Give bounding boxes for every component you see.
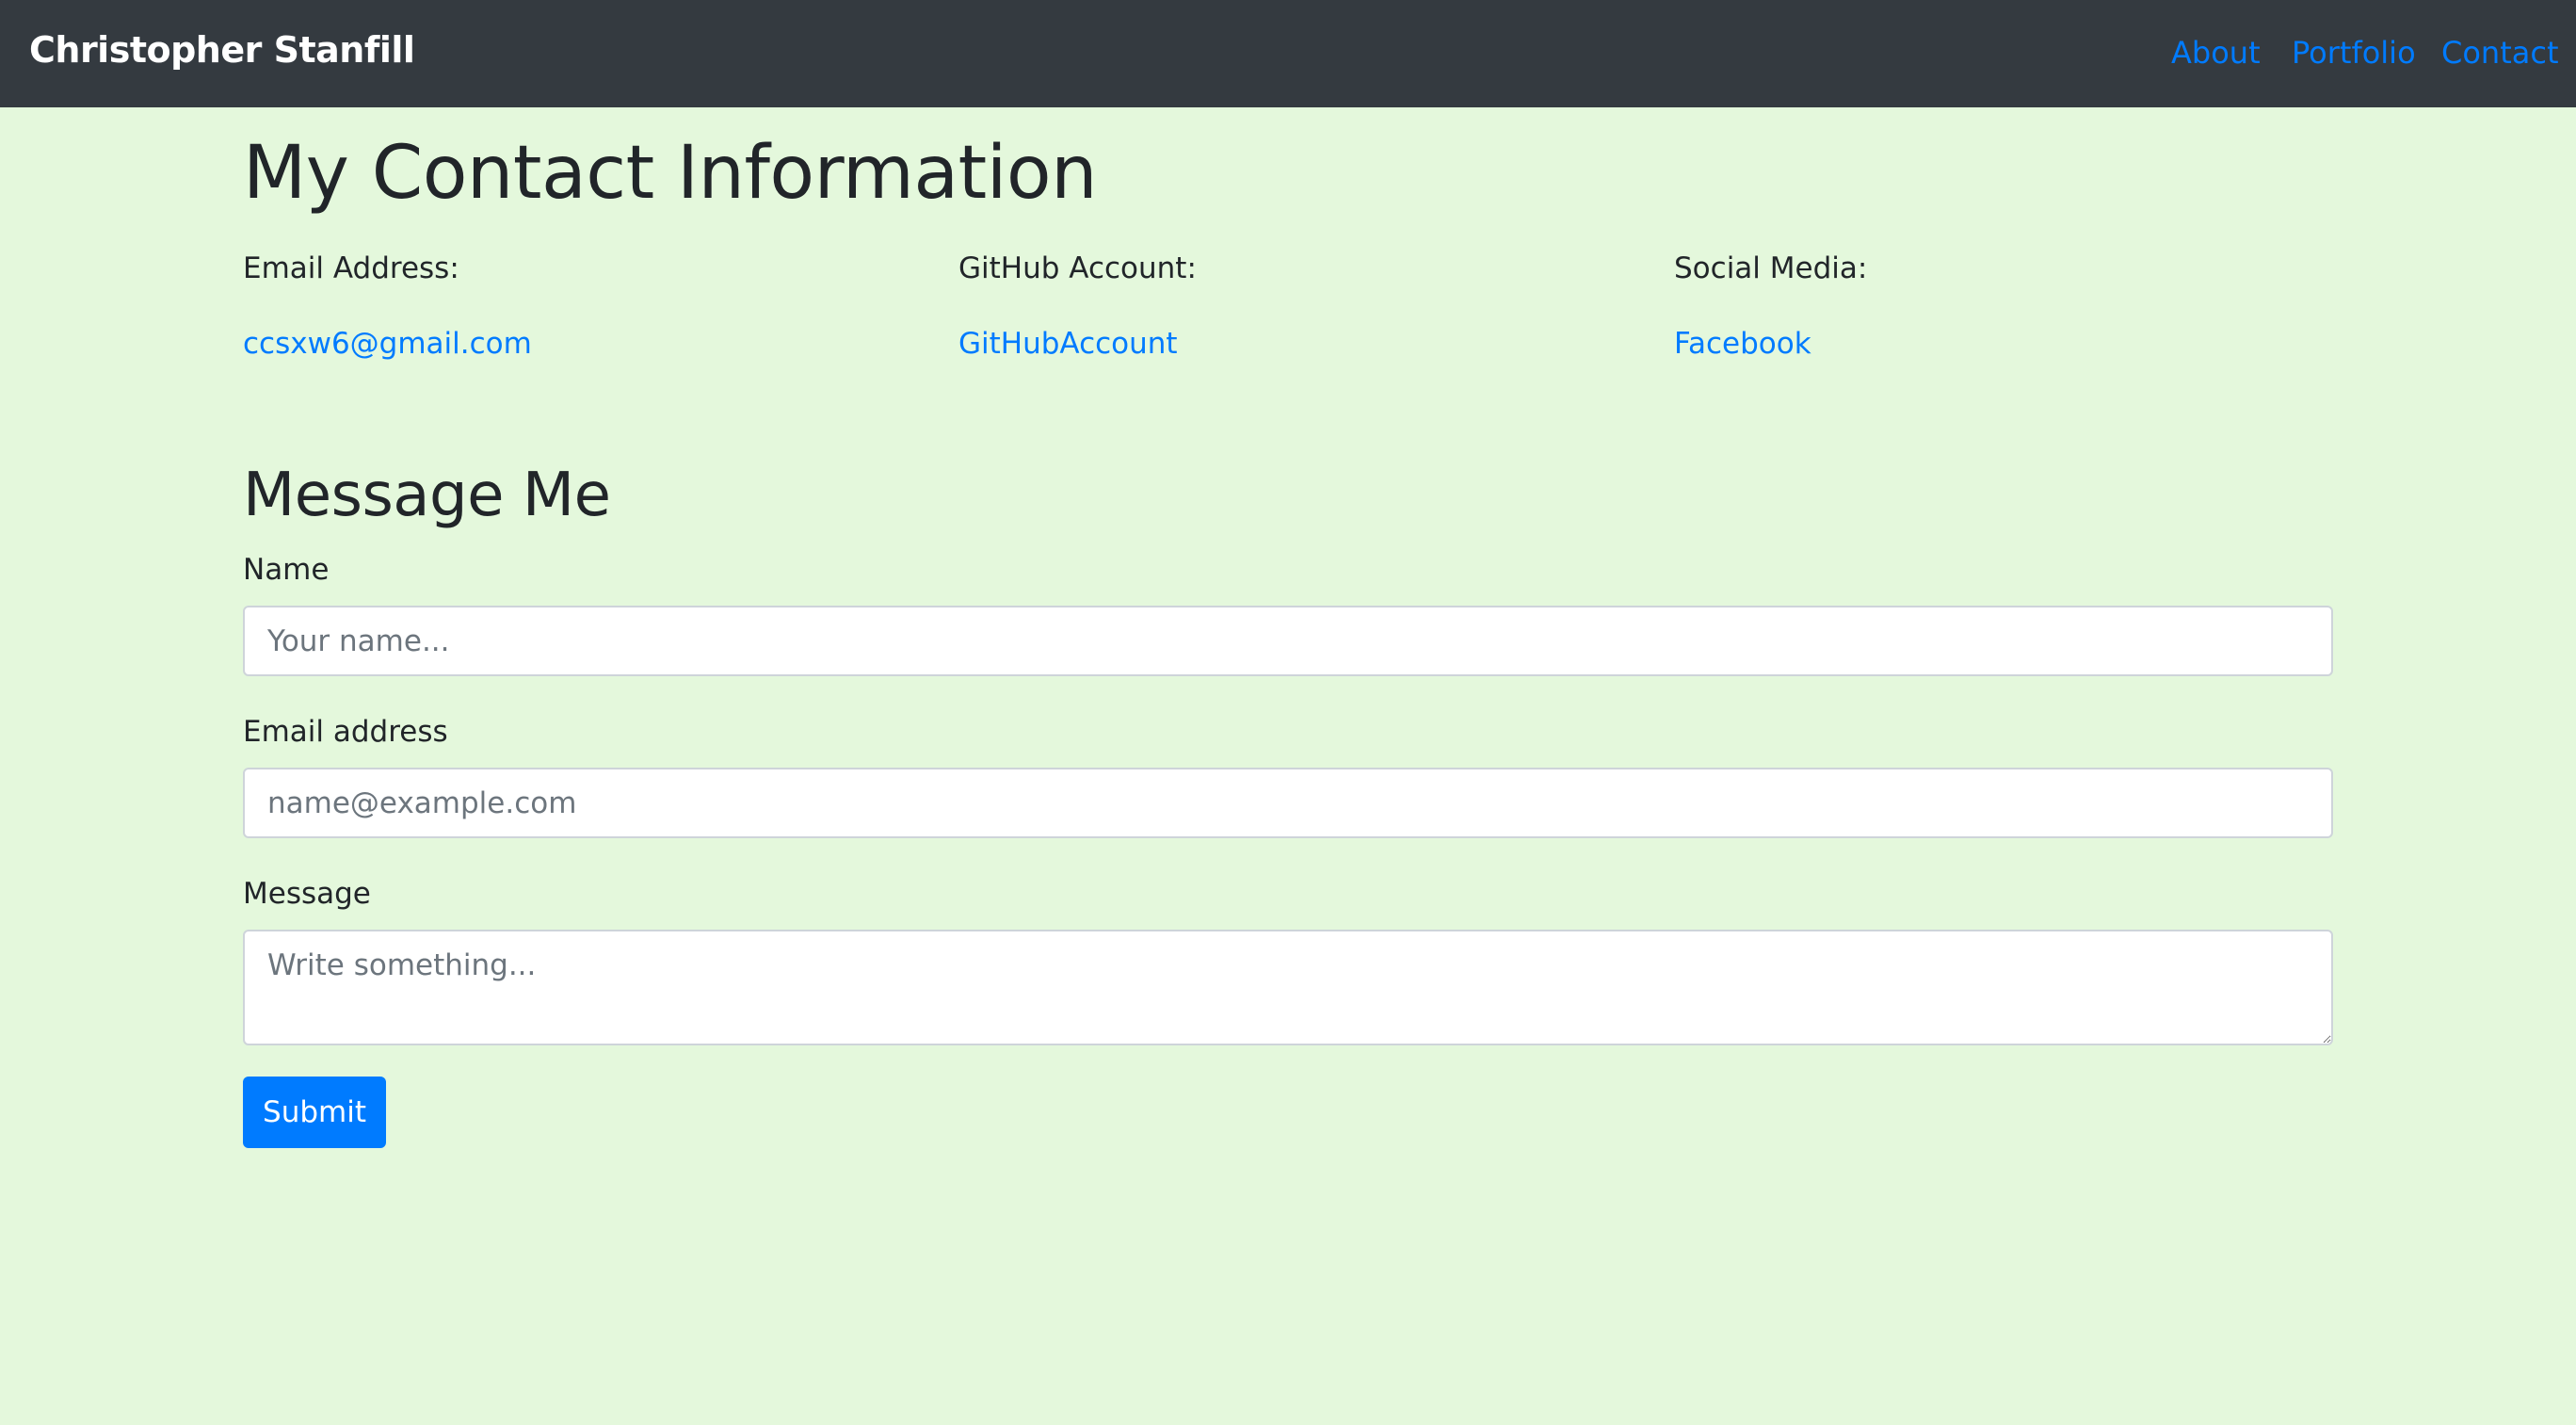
name-input[interactable] bbox=[243, 606, 2333, 676]
contact-heading: My Contact Information bbox=[243, 131, 1098, 216]
email-address-label: Email Address: bbox=[243, 251, 459, 285]
email-input[interactable] bbox=[243, 768, 2333, 838]
message-textarea[interactable] bbox=[243, 930, 2333, 1045]
nav-link-about[interactable]: About bbox=[2171, 30, 2261, 75]
message-label: Message bbox=[243, 877, 371, 911]
facebook-link[interactable]: Facebook bbox=[1674, 324, 1811, 364]
top-navbar: Christopher Stanfill About Portfolio Con… bbox=[0, 0, 2576, 107]
email-address-link[interactable]: ccsxw6@gmail.com bbox=[243, 324, 532, 364]
submit-button[interactable]: Submit bbox=[243, 1077, 386, 1148]
email-label: Email address bbox=[243, 715, 448, 749]
github-account-link[interactable]: GitHubAccount bbox=[958, 324, 1178, 364]
social-media-label: Social Media: bbox=[1674, 251, 1868, 285]
nav-link-contact[interactable]: Contact bbox=[2441, 30, 2559, 75]
brand-name[interactable]: Christopher Stanfill bbox=[29, 24, 415, 75]
nav-link-portfolio[interactable]: Portfolio bbox=[2292, 30, 2416, 75]
message-heading: Message Me bbox=[243, 461, 611, 530]
name-label: Name bbox=[243, 553, 330, 587]
github-account-label: GitHub Account: bbox=[958, 251, 1197, 285]
